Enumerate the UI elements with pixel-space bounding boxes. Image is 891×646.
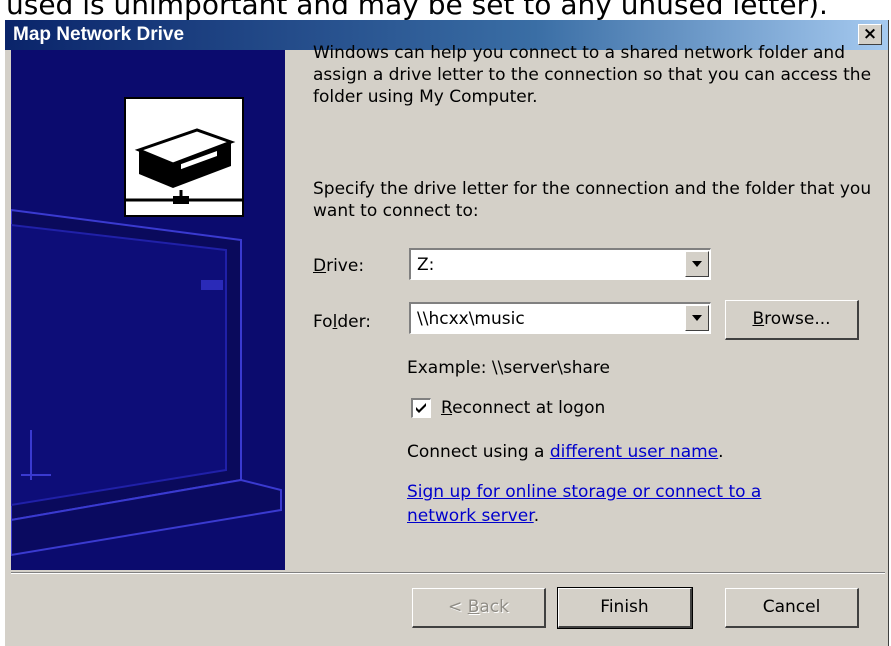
reconnect-label[interactable]: Reconnect at logon — [441, 398, 605, 418]
browse-mnemonic: B — [752, 309, 765, 329]
wizard-banner-image — [11, 50, 285, 570]
browse-label: rowse... — [764, 309, 831, 329]
cancel-button[interactable]: Cancel — [725, 588, 859, 628]
connect-using-suffix: . — [718, 442, 724, 462]
reconnect-mnemonic: R — [441, 398, 453, 418]
intro-text: Windows can help you connect to a shared… — [313, 43, 872, 107]
back-label: ack — [479, 597, 509, 617]
browse-button[interactable]: Browse... — [725, 300, 859, 340]
folder-value[interactable]: \\hcxx\music — [417, 309, 525, 329]
signup-link-line2[interactable]: network server. — [407, 506, 539, 526]
close-icon: × — [862, 24, 878, 44]
drive-label-post: rive: — [326, 256, 365, 276]
folder-label-post: der: — [337, 312, 371, 332]
finish-button[interactable]: Finish — [557, 587, 693, 629]
dropdown-arrow-icon — [692, 261, 702, 267]
drive-dropdown-arrow[interactable] — [685, 251, 709, 277]
back-pre: < — [448, 597, 468, 617]
drive-value: Z: — [417, 255, 435, 275]
dialog-content: Windows can help you connect to a shared… — [313, 42, 883, 108]
back-button[interactable]: < Back — [412, 588, 546, 628]
window-title: Map Network Drive — [13, 24, 185, 45]
checkmark-icon — [416, 403, 426, 413]
document-caption: used is unimportant and may be set to an… — [6, 0, 828, 21]
different-user-link[interactable]: different user name — [550, 442, 718, 462]
reconnect-checkbox[interactable] — [411, 398, 431, 418]
drive-label: Drive: — [313, 256, 364, 276]
instruction-block: Specify the drive letter for the connect… — [313, 178, 883, 222]
network-drive-illustration — [11, 50, 285, 570]
drive-dropdown[interactable]: Z: — [409, 248, 711, 280]
folder-label-pre: Fo — [313, 312, 333, 332]
connect-using-prefix: Connect using a — [407, 442, 550, 462]
folder-dropdown-arrow[interactable] — [685, 305, 709, 331]
button-separator — [11, 572, 885, 574]
signup-suffix: . — [533, 506, 540, 526]
folder-label: Folder: — [313, 312, 371, 332]
back-mnemonic: B — [467, 597, 480, 617]
instruction-text: Specify the drive letter for the connect… — [313, 179, 872, 221]
connect-using-text: Connect using a different user name. — [407, 442, 724, 462]
dropdown-arrow-icon — [692, 315, 702, 321]
folder-combobox[interactable]: \\hcxx\music — [409, 302, 711, 334]
map-network-drive-dialog: Map Network Drive × Windows can help you… — [4, 20, 889, 646]
reconnect-label-text: econnect at logon — [452, 398, 606, 418]
network-drive-icon — [124, 97, 244, 217]
drive-label-mnemonic: D — [313, 256, 327, 276]
network-server-link[interactable]: network server — [407, 506, 534, 526]
folder-example: Example: \\server\share — [407, 358, 611, 378]
signup-link[interactable]: Sign up for online storage or connect to… — [407, 482, 761, 502]
